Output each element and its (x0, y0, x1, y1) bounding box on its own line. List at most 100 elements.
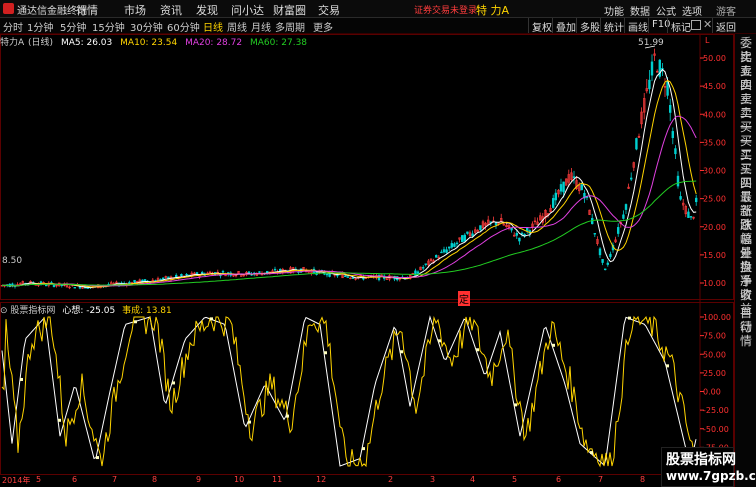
candle-body (674, 148, 677, 155)
menu-faxian[interactable]: 发现 (196, 2, 218, 18)
watermark-url: www.7gpzb.com (666, 469, 756, 483)
app-logo-icon (3, 3, 14, 14)
candle-body (559, 184, 563, 192)
menu-caifuquan[interactable]: 财富圈 (273, 2, 306, 18)
period-30min[interactable]: 30分钟 (130, 19, 163, 34)
menu-xuanxiang[interactable]: 选项 (682, 3, 702, 18)
candle-body (479, 225, 482, 231)
candle-body (603, 268, 607, 271)
gear-icon[interactable]: ⊙ (0, 306, 8, 316)
menu-shichang[interactable]: 市场 (124, 2, 146, 18)
candle-body (162, 277, 165, 280)
signal-dot (552, 343, 555, 347)
candle-body (421, 267, 425, 269)
signal-dot (628, 316, 631, 320)
login-notice[interactable]: 证券交易未登录 (414, 3, 477, 16)
candle-body (442, 249, 446, 253)
date-axis-label: 6 (556, 475, 562, 484)
ma10-line (2, 79, 697, 288)
candle-body (258, 271, 261, 273)
stock-label: 特力A (0, 38, 25, 48)
menu-gongshi[interactable]: 公式 (656, 3, 676, 18)
candle-body (416, 271, 420, 274)
date-axis-label: 11 (272, 475, 283, 484)
candle-body (629, 177, 633, 180)
period-fenshi[interactable]: 分时 (3, 19, 23, 34)
candle-body (622, 214, 625, 219)
max-price-label: 51.99 (638, 38, 664, 48)
indicator-tick-label: 25.00 (703, 369, 726, 378)
candle-body (648, 79, 651, 90)
period-15min[interactable]: 15分钟 (92, 19, 125, 34)
period-1min[interactable]: 1分钟 (27, 19, 53, 34)
candle-body (466, 231, 469, 234)
btn-diejia[interactable]: 叠加 (552, 18, 579, 34)
btn-fuquan[interactable]: 复权 (528, 18, 555, 34)
candle-body (346, 276, 349, 278)
indicator-line1 (1, 315, 697, 467)
signal-dot (172, 381, 175, 385)
candle-body (440, 251, 443, 254)
candle-body (175, 274, 178, 278)
kline-chart[interactable]: 50.00 45.00 40.00 35.00 30.00 25.00 20.00 15.00… (0, 34, 734, 475)
candle-body (598, 248, 602, 256)
period-weekly[interactable]: 周线 (227, 19, 247, 34)
ma20-line (2, 115, 697, 287)
window-icon[interactable] (691, 20, 701, 30)
candle-body (463, 234, 466, 242)
period-60min[interactable]: 60分钟 (167, 19, 200, 34)
btn-duogu[interactable]: 多股 (576, 18, 603, 34)
signal-dot (514, 403, 517, 407)
candle-body (616, 227, 620, 234)
candle-body (351, 277, 355, 279)
btn-tongji[interactable]: 统计 (600, 18, 627, 34)
period-5min[interactable]: 5分钟 (60, 19, 86, 34)
price-tick-label: 15.00 (703, 251, 726, 260)
menu-gongneng[interactable]: 功能 (604, 3, 624, 18)
candle-body (593, 233, 597, 235)
signal-dot (134, 320, 137, 324)
period-more[interactable]: 更多 (313, 19, 333, 34)
ding-marker: 定 (458, 291, 470, 306)
side-bottom-1[interactable]: 行情 (736, 320, 756, 348)
date-axis-label: 7 (112, 475, 118, 484)
candle-body (434, 255, 438, 258)
date-axis-label: 5 (36, 475, 42, 484)
candle-body (325, 273, 329, 276)
menu-wenxiaoda[interactable]: 问小达 (231, 2, 264, 18)
indicator-name[interactable]: 股票指标网 (10, 306, 55, 316)
guest-label[interactable]: 游客 (716, 3, 736, 18)
btn-back[interactable]: 返回 (712, 18, 739, 34)
price-tick-label: 45.00 (703, 82, 726, 91)
menu-hangqing[interactable]: 行情 (76, 2, 98, 18)
watermark-title: 股票指标网 (666, 452, 736, 468)
date-axis-label: 5 (512, 475, 518, 484)
signal-dot (248, 420, 251, 424)
ma5-label: MA5: 26.03 (60, 38, 113, 48)
price-tick-label: 10.00 (703, 279, 726, 288)
quote-side-panel: 委比 卖五 卖四 卖三 卖二 卖一 买一 买二 买三 买四 买五 最新 涨跌 涨幅 总量 外盘 换手 净资 收益 自动… (734, 34, 756, 487)
price-tick-label: 30.00 (703, 167, 726, 176)
menu-zixun[interactable]: 资讯 (160, 2, 182, 18)
close-icon[interactable]: ✕ (703, 18, 712, 31)
period-daily[interactable]: 日线 (203, 19, 223, 34)
indicator-line2 (1, 315, 697, 468)
indicator-line1-value: 心想: -25.05 (62, 306, 116, 316)
candle-body (601, 259, 604, 263)
min-price-label: 8.50 (2, 256, 23, 266)
menu-shuju[interactable]: 数据 (630, 3, 650, 18)
signal-dot (476, 348, 479, 352)
date-axis-label: 10 (234, 475, 245, 484)
ma60-line (2, 180, 697, 287)
signal-dot (400, 350, 403, 354)
indicator-line2-value: 事成: 13.81 (122, 306, 172, 316)
candle-body (450, 243, 453, 248)
period-monthly[interactable]: 月线 (251, 19, 271, 34)
price-tick-label: 35.00 (703, 138, 726, 147)
title-bar: 通达信金融终端 行情 市场 资讯 发现 问小达 财富圈 交易 证券交易未登录 特… (0, 0, 756, 18)
btn-huaxian[interactable]: 画线 (624, 18, 651, 34)
candle-body (689, 216, 693, 218)
btn-biaoji[interactable]: 标记 (667, 18, 694, 34)
menu-jiaoyi[interactable]: 交易 (318, 2, 340, 18)
period-multi[interactable]: 多周期 (275, 19, 305, 34)
